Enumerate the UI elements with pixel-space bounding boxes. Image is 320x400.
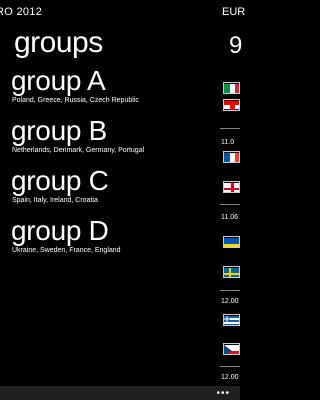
peek-big-glyph: 9 <box>229 32 243 59</box>
application-bar: ••• <box>0 386 240 400</box>
group-teams: Ukraine, Sweden, France, England <box>12 247 121 254</box>
match-date: 11.0 <box>221 139 235 146</box>
match-date: 11.06 <box>221 214 238 221</box>
group-name: group C <box>11 165 109 196</box>
group-teams: Poland, Greece, Russia, Czech Republic <box>12 97 139 104</box>
divider <box>220 366 240 367</box>
group-item-b[interactable]: group B Netherlands, Denmark, Germany, P… <box>11 115 211 155</box>
group-item-c[interactable]: group C Spain, Italy, Ireland, Croatia <box>11 165 211 205</box>
greece-flag-icon <box>223 314 240 326</box>
group-teams: Spain, Italy, Ireland, Croatia <box>12 197 98 204</box>
more-options-icon[interactable]: ••• <box>216 388 230 399</box>
group-name: group B <box>11 115 107 146</box>
group-name: group A <box>11 65 106 96</box>
croatia-flag-icon <box>223 99 240 111</box>
divider <box>220 290 240 291</box>
group-item-a[interactable]: group A Poland, Greece, Russia, Czech Re… <box>11 65 211 105</box>
divider <box>220 128 240 129</box>
panorama-section-title: groups <box>14 26 103 59</box>
czech-flag-icon <box>223 343 240 355</box>
app-title: RO 2012 <box>0 6 43 18</box>
ukraine-flag-icon <box>223 236 240 248</box>
next-section-peek[interactable] <box>220 0 240 400</box>
group-item-d[interactable]: group D Ukraine, Sweden, France, England <box>11 215 211 255</box>
france-flag-icon <box>223 151 240 163</box>
sweden-flag-icon <box>223 266 240 278</box>
match-date: 12.00 <box>221 374 239 381</box>
match-date: 12.00 <box>221 298 239 305</box>
group-teams: Netherlands, Denmark, Germany, Portugal <box>12 147 145 154</box>
england-flag-icon <box>223 181 240 193</box>
divider <box>220 204 240 205</box>
italy-flag-icon <box>223 82 240 94</box>
group-name: group D <box>11 215 109 246</box>
